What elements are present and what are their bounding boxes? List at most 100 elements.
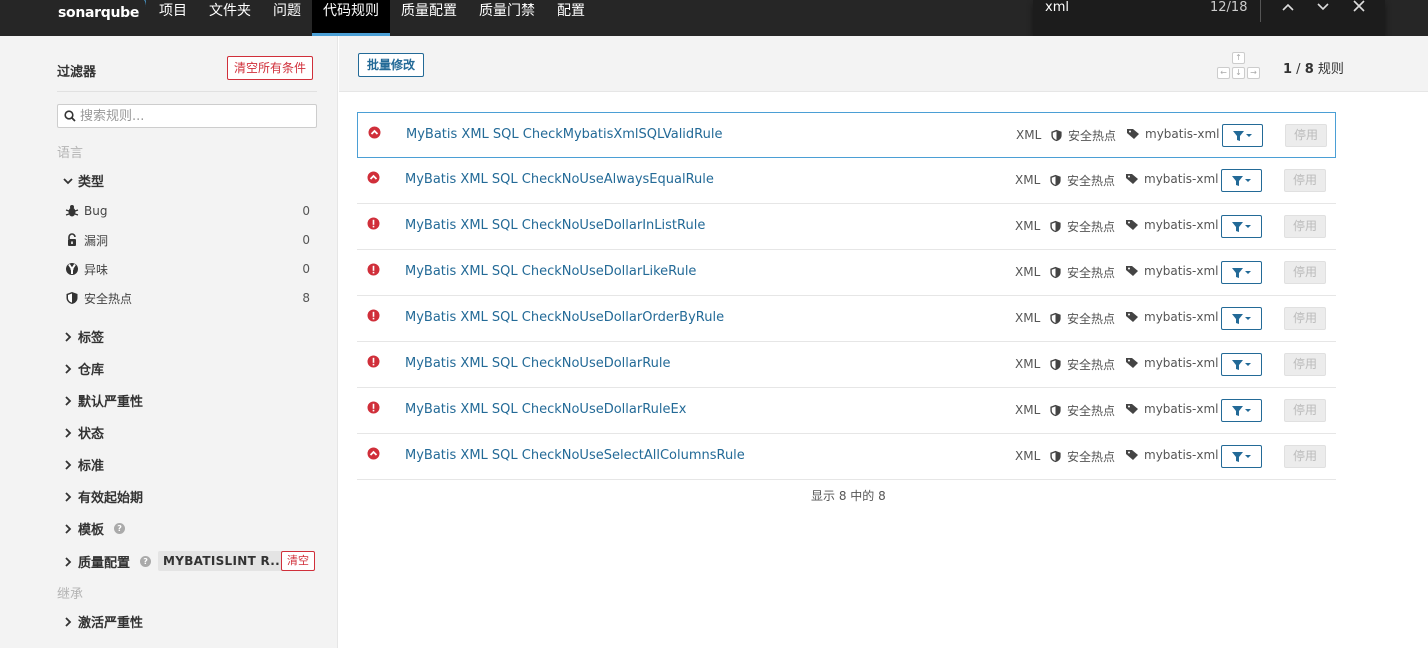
filter-similar-button[interactable] [1221,307,1262,330]
deactivate-button[interactable]: 停用 [1284,353,1326,376]
chevron-right-icon [65,556,72,567]
type-vulnerability[interactable]: 漏洞 0 [65,229,315,251]
filter-similar-button[interactable] [1221,445,1262,468]
shield-icon [1050,450,1061,463]
rule-type: 安全热点 [1049,172,1115,189]
help-icon[interactable]: ? [140,556,152,567]
rule-name-link[interactable]: MyBatis XML SQL CheckNoUseDollarRuleEx [405,402,686,417]
facet-tags[interactable]: 标签 [62,327,104,346]
rule-language: XML [1015,403,1041,417]
rule-tag[interactable]: mybatis-xml [1125,448,1219,462]
facet-type-label: 类型 [78,175,105,190]
sidebar-divider [57,91,317,92]
rule-count-separator: / [1292,62,1305,77]
type-security-hotspot[interactable]: 安全热点 8 [65,287,315,309]
filter-icon [1231,221,1251,232]
rule-name-link[interactable]: MyBatis XML SQL CheckNoUseDollarInListRu… [405,218,705,233]
rule-row[interactable]: MyBatis XML SQL CheckNoUseDollarInListRu… [357,204,1336,250]
filter-icon [1231,359,1251,370]
facet-repository[interactable]: 仓库 [62,359,104,378]
deactivate-button[interactable]: 停用 [1285,124,1327,147]
find-input[interactable]: xml [1045,0,1069,16]
rule-row[interactable]: MyBatis XML SQL CheckNoUseDollarLikeRule… [357,250,1336,296]
facet-status[interactable]: 状态 [62,423,104,442]
nav-quality-profiles[interactable]: 质量配置 [390,0,468,36]
facet-type[interactable]: 类型 [62,171,104,190]
deactivate-button[interactable]: 停用 [1284,445,1326,468]
tag-icon [1126,404,1138,414]
rule-language: XML [1016,128,1042,142]
deactivate-button[interactable]: 停用 [1284,215,1326,238]
nav-projects[interactable]: 项目 [148,0,198,36]
rule-name-link[interactable]: MyBatis XML SQL CheckMybatisXmlSQLValidR… [406,127,722,142]
rule-tag[interactable]: mybatis-xml [1125,310,1219,324]
rules-header: 批量修改 ↑ ← ↓ → 1 / 8 规则 [339,36,1428,92]
chevron-right-icon [65,363,72,374]
facet-activation-severity[interactable]: 激活严重性 [62,612,143,631]
filter-similar-button[interactable] [1221,353,1262,376]
rule-type-label: 安全热点 [1067,450,1116,464]
rule-type-label: 安全热点 [1068,129,1117,143]
find-close-icon[interactable] [1349,0,1369,16]
rule-name-link[interactable]: MyBatis XML SQL CheckNoUseSelectAllColum… [405,448,745,463]
find-next-chevron-down-icon[interactable] [1313,0,1333,16]
rule-name-link[interactable]: MyBatis XML SQL CheckNoUseAlwaysEqualRul… [405,172,714,187]
sonarqube-logo[interactable]: sonarqube [58,0,149,26]
rule-row[interactable]: MyBatis XML SQL CheckNoUseSelectAllColum… [357,434,1336,480]
rule-tag[interactable]: mybatis-xml [1125,218,1219,232]
rule-row[interactable]: MyBatis XML SQL CheckNoUseDollarRuleEx XM… [357,388,1336,434]
rule-name-link[interactable]: MyBatis XML SQL CheckNoUseDollarRule [405,356,671,371]
rule-tag[interactable]: mybatis-xml [1125,264,1219,278]
rule-row[interactable]: MyBatis XML SQL CheckMybatisXmlSQLValidR… [357,112,1336,158]
nav-quality-gates[interactable]: 质量门禁 [468,0,546,36]
nav-issues[interactable]: 问题 [262,0,312,36]
rule-name-link[interactable]: MyBatis XML SQL CheckNoUseDollarOrderByR… [405,310,724,325]
nav-portfolios[interactable]: 文件夹 [198,0,262,36]
rule-row[interactable]: MyBatis XML SQL CheckNoUseDollarRule XML 安… [357,342,1336,388]
chevron-right-icon [65,331,72,342]
facet-quality-profile[interactable]: 质量配置 ? [62,552,152,571]
keyboard-hint: ↑ ← ↓ → [1216,52,1260,84]
rule-language: XML [1015,173,1041,187]
clear-all-filters-button[interactable]: 清空所有条件 [227,56,314,80]
blocker-severity-icon [367,263,380,276]
facet-default-severity[interactable]: 默认严重性 [62,391,143,410]
rule-tag-label: mybatis-xml [1144,310,1219,324]
deactivate-button[interactable]: 停用 [1284,261,1326,284]
find-prev-chevron-up-icon[interactable] [1278,0,1298,16]
rule-tag[interactable]: mybatis-xml [1125,172,1219,186]
major-severity-icon [367,447,380,460]
quality-profile-clear-button[interactable]: 清空 [281,551,315,571]
rule-tag[interactable]: mybatis-xml [1126,127,1220,141]
rule-type-label: 安全热点 [1067,174,1116,188]
filter-similar-button[interactable] [1221,399,1262,422]
rule-row[interactable]: MyBatis XML SQL CheckNoUseDollarOrderByR… [357,296,1336,342]
facet-available-since[interactable]: 有效起始期 [62,487,143,506]
type-security-hotspot-label: 安全热点 [84,291,133,306]
filter-similar-button[interactable] [1221,261,1262,284]
type-bug[interactable]: Bug 0 [65,200,315,222]
nav-administration[interactable]: 配置 [546,0,596,36]
filter-similar-button[interactable] [1221,215,1262,238]
rule-name-link[interactable]: MyBatis XML SQL CheckNoUseDollarLikeRule [405,264,696,279]
rule-row[interactable]: MyBatis XML SQL CheckNoUseAlwaysEqualRul… [357,158,1336,204]
rule-tag[interactable]: mybatis-xml [1125,402,1219,416]
rule-tag-label: mybatis-xml [1144,264,1219,278]
rule-search-input[interactable] [80,107,310,125]
bulk-change-button[interactable]: 批量修改 [358,53,425,77]
facet-standards[interactable]: 标准 [62,455,104,474]
deactivate-button[interactable]: 停用 [1284,307,1326,330]
nav-rules[interactable]: 代码规则 [312,0,390,36]
shield-icon [1050,266,1061,279]
filter-similar-button[interactable] [1222,124,1263,147]
type-code-smell[interactable]: 异味 0 [65,258,315,280]
tag-icon [1127,129,1139,139]
filter-similar-button[interactable] [1221,169,1262,192]
arrow-down-key-icon: ↓ [1232,67,1245,79]
rule-tag[interactable]: mybatis-xml [1125,356,1219,370]
deactivate-button[interactable]: 停用 [1284,399,1326,422]
help-icon[interactable]: ? [114,523,126,534]
filters-sidebar: 过滤器 清空所有条件 语言 类型 Bug 0 漏洞 0 异味 0 安全热点 8 … [0,36,338,648]
facet-template[interactable]: 模板 ? [62,519,126,538]
deactivate-button[interactable]: 停用 [1284,169,1326,192]
